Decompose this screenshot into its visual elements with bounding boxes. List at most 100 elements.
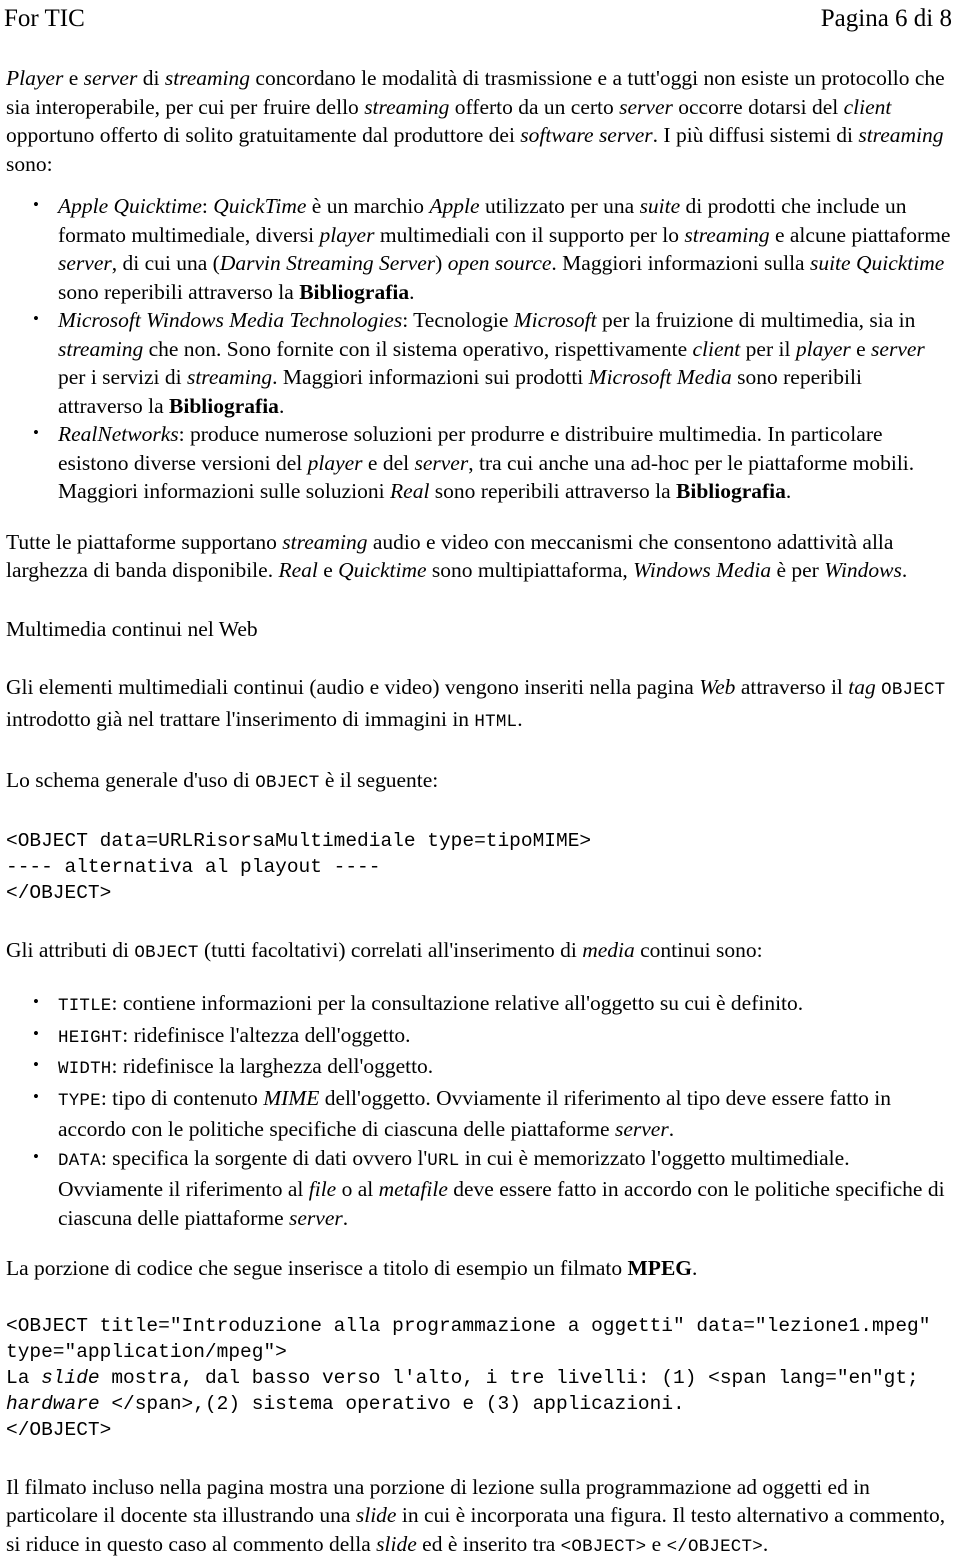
platform-colon: :: [202, 194, 213, 218]
object-tag-code: OBJECT: [134, 943, 198, 963]
spacer: [6, 736, 952, 766]
attribute-text-1: tipo di contenuto: [112, 1086, 263, 1110]
closing-seg-2: slide: [356, 1503, 397, 1527]
platform-text-5: che non. Sono fornite con il sistema ope…: [143, 337, 692, 361]
attribute-name: TITLE: [58, 996, 112, 1016]
intro-seg-11: client: [844, 95, 892, 119]
summary-seg-10: Windows: [824, 558, 902, 582]
list-item: RealNetworks: produce numerose soluzioni…: [6, 420, 952, 506]
attribute-colon: :: [112, 991, 123, 1015]
code2-line-4b: </span>,(2) sistema operativo e (3) appl…: [100, 1393, 685, 1415]
code2-line-3c: mostra, dal basso verso l'alto, i tre li…: [100, 1367, 919, 1389]
attribute-text-2: MIME: [263, 1086, 319, 1110]
list-item: TYPE: tipo di contenuto MIME dell'oggett…: [6, 1084, 952, 1144]
list-item: Microsoft Windows Media Technologies: Te…: [6, 306, 952, 420]
attribute-name: TYPE: [58, 1091, 101, 1111]
platform-text-2: player: [308, 451, 363, 475]
attribute-text-1: ridefinisce l'altezza dell'oggetto.: [134, 1023, 411, 1047]
spacer: [6, 798, 952, 828]
platform-name: RealNetworks: [58, 422, 179, 446]
intro-seg-7: streaming: [364, 95, 449, 119]
platform-colon: :: [179, 422, 190, 446]
platform-text-8: player: [796, 337, 851, 361]
object-tag-code: OBJECT: [255, 773, 319, 793]
attribute-colon: :: [101, 1146, 112, 1170]
intro-seg-12: opportuno offerto di solito gratuitament…: [6, 123, 520, 147]
list-item: Apple Quicktime: QuickTime è un marchio …: [6, 192, 952, 306]
code2-line-2: type="application/mpeg">: [6, 1341, 287, 1363]
obj-seg-1: Gli elementi multimediali continui (audi…: [6, 675, 699, 699]
intro-seg-9: server: [619, 95, 673, 119]
summary-seg-7: sono multipiattaforma,: [427, 558, 634, 582]
platform-text-12: streaming: [187, 365, 272, 389]
platform-text-14: Microsoft Media: [589, 365, 732, 389]
platform-text-9: streaming: [684, 223, 769, 247]
code2-hardware-italic: hardware: [6, 1393, 100, 1415]
closing-seg-7: e: [646, 1532, 666, 1556]
attribute-text-8: server: [289, 1206, 343, 1230]
attribute-text-4: file: [309, 1177, 336, 1201]
attribute-text-6: metafile: [379, 1177, 448, 1201]
platform-text-20: .: [409, 280, 414, 304]
code2-line-1: <OBJECT title="Introduzione alla program…: [6, 1315, 930, 1337]
list-item: WIDTH: ridefinisce la larghezza dell'ogg…: [6, 1052, 952, 1084]
object-attributes-list: TITLE: contiene informazioni per la cons…: [6, 989, 952, 1232]
object-close-tag-code: </OBJECT>: [667, 1537, 763, 1557]
attribute-text-1: specifica la sorgente di dati ovvero l': [112, 1146, 427, 1170]
platform-text-6: Real: [390, 479, 429, 503]
summary-seg-11: .: [902, 558, 907, 582]
closing-paragraph: Il filmato incluso nella pagina mostra u…: [6, 1473, 952, 1561]
intro-seg-5: streaming: [165, 66, 250, 90]
code-block-schema: <OBJECT data=URLRisorsaMultimediale type…: [6, 828, 952, 906]
summary-seg-9: è per: [771, 558, 824, 582]
html-code: HTML: [474, 712, 517, 732]
mpeg-label: MPEG: [628, 1256, 693, 1280]
code2-slide-italic: slide: [41, 1367, 100, 1389]
platform-text-9: .: [786, 479, 791, 503]
intro-seg-3: server: [84, 66, 138, 90]
obj-seg-3: attraverso il: [735, 675, 848, 699]
platform-text-15: open source: [448, 251, 552, 275]
closing-seg-9: .: [763, 1532, 768, 1556]
intro-seg-13: software server: [520, 123, 652, 147]
spacer: [6, 906, 952, 936]
document-body: Player e server di streaming concordano …: [0, 64, 960, 1561]
summary-seg-8: Windows Media: [633, 558, 771, 582]
platform-text-10: server: [871, 337, 925, 361]
platform-text-3: Apple: [429, 194, 479, 218]
url-code: URL: [427, 1151, 459, 1171]
attr-seg-1: Gli attributi di: [6, 938, 134, 962]
platform-text-6: client: [693, 337, 741, 361]
list-item: DATA: specifica la sorgente di dati ovve…: [6, 1144, 952, 1233]
code2-line-5: </OBJECT>: [6, 1419, 111, 1441]
platform-text-2: Microsoft: [514, 308, 597, 332]
object-intro-paragraph: Gli elementi multimediali continui (audi…: [6, 673, 952, 736]
intro-seg-4: di: [137, 66, 164, 90]
platform-text-10: e alcune piattaforme: [770, 223, 951, 247]
spacer: [0, 34, 960, 64]
platform-text-3: per la fruizione di multimedia, sia in: [597, 308, 916, 332]
section-heading: Multimedia continui nel Web: [6, 615, 952, 644]
attr-seg-3: (tutti facoltativi) correlati all'inseri…: [199, 938, 583, 962]
attributes-intro-paragraph: Gli attributi di OBJECT (tutti facoltati…: [6, 936, 952, 968]
platform-text-4: server: [414, 451, 468, 475]
page-header: For TIC Pagina 6 di 8: [0, 0, 960, 34]
intro-seg-16: sono:: [6, 152, 53, 176]
summary-seg-1: Tutte le piattaforme supportano: [6, 530, 282, 554]
schema-seg-3: è il seguente:: [319, 768, 438, 792]
platform-text-17: suite Quicktime: [810, 251, 944, 275]
spacer: [6, 1283, 952, 1313]
schema-seg-1: Lo schema generale d'uso di: [6, 768, 255, 792]
document-page: For TIC Pagina 6 di 8 Player e server di…: [0, 0, 960, 1538]
intro-seg-15: streaming: [858, 123, 943, 147]
summary-paragraph: Tutte le piattaforme supportano streamin…: [6, 528, 952, 585]
example-seg-3: .: [692, 1256, 697, 1280]
spacer: [6, 585, 952, 615]
intro-paragraph: Player e server di streaming concordano …: [6, 64, 952, 178]
spacer: [6, 1443, 952, 1473]
platform-text-1: Tecnologie: [413, 308, 514, 332]
intro-seg-10: occorre dotarsi del: [673, 95, 844, 119]
attribute-text-9: .: [343, 1206, 348, 1230]
obj-seg-2: Web: [699, 675, 735, 699]
summary-seg-2: streaming: [282, 530, 367, 554]
